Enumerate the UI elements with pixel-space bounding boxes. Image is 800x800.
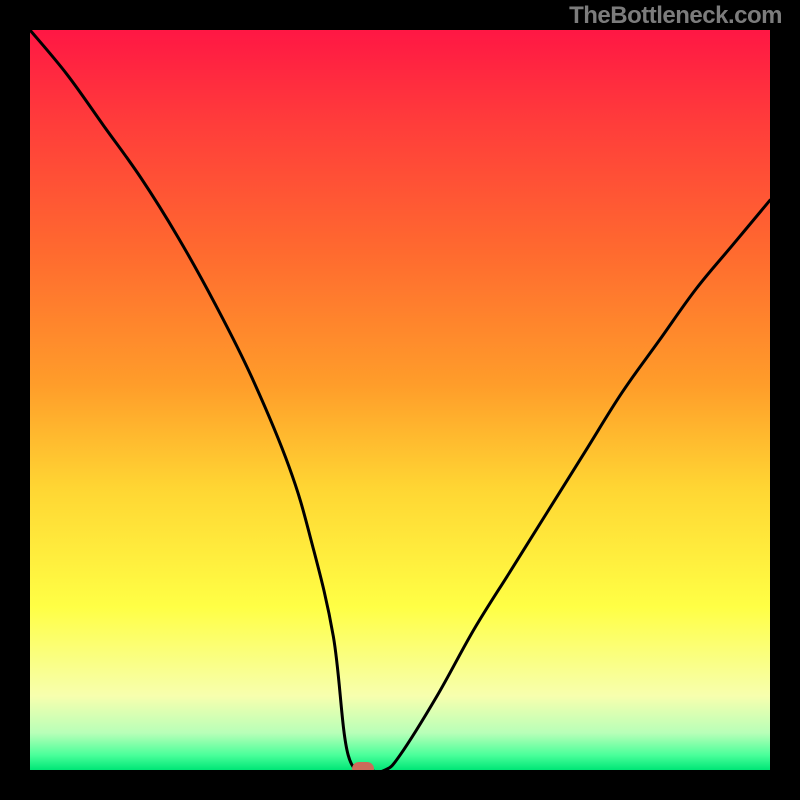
optimal-marker: [352, 762, 374, 770]
chart-svg: [30, 30, 770, 770]
gradient-background: [30, 30, 770, 770]
watermark-text: TheBottleneck.com: [569, 2, 782, 30]
plot-area: [30, 30, 770, 770]
chart-frame: TheBottleneck.com: [0, 0, 800, 800]
